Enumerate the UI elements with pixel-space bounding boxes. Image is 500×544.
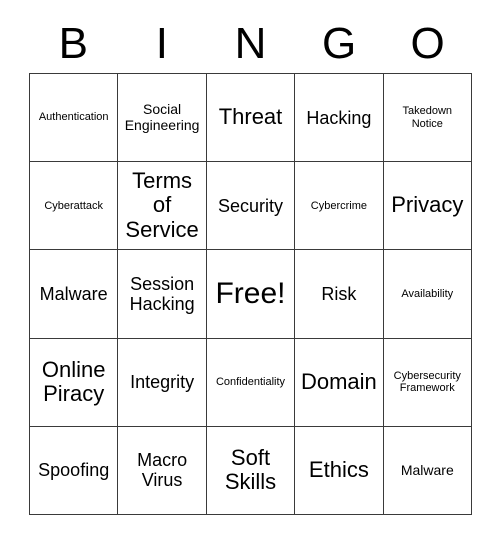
bingo-grid: Authentication Social Engineering Threat… (29, 73, 472, 515)
bingo-cell-g3[interactable]: Risk (295, 250, 384, 339)
bingo-cell-label: Privacy (391, 192, 464, 218)
bingo-cell-n1[interactable]: Threat (206, 74, 296, 163)
bingo-header-letter-i: I (155, 19, 168, 68)
bingo-cell-b2[interactable]: Cyberattack (30, 162, 119, 251)
bingo-header-letter-o: O (410, 19, 445, 68)
bingo-cell-label: Cyberattack (44, 199, 104, 212)
bingo-cell-label: Security (217, 195, 283, 216)
bingo-cell-label: Malware (39, 283, 108, 304)
bingo-cell-n2[interactable]: Security (206, 162, 296, 251)
bingo-cell-label: Authentication (38, 111, 109, 124)
bingo-cell-i1[interactable]: Social Engineering (118, 74, 207, 163)
bingo-cell-free-space[interactable]: Free! (206, 250, 296, 339)
bingo-cell-label: Soft Skills (224, 444, 277, 495)
bingo-cell-label: Cybercrime (310, 199, 367, 212)
bingo-cell-label: Session Hacking (129, 273, 195, 314)
bingo-header-letter-g: G (321, 19, 357, 68)
bingo-cell-b4[interactable]: Online Piracy (30, 338, 119, 427)
bingo-cell-label: Takedown Notice (402, 105, 453, 130)
bingo-cell-n4[interactable]: Confidentiality (206, 338, 296, 427)
bingo-cell-label: Integrity (130, 372, 195, 393)
bingo-header-letter-b: B (58, 19, 88, 68)
bingo-card: B I N G O Authentication Social Engineer… (0, 0, 500, 544)
bingo-cell-o2[interactable]: Privacy (383, 162, 472, 251)
bingo-cell-n5[interactable]: Soft Skills (206, 426, 296, 515)
bingo-cell-o4[interactable]: Cybersecurity Framework (383, 338, 472, 427)
bingo-cell-i4[interactable]: Integrity (118, 338, 207, 427)
bingo-header: B I N G O (29, 16, 472, 72)
bingo-cell-label: Cybersecurity Framework (393, 369, 461, 395)
bingo-cell-g2[interactable]: Cybercrime (295, 162, 384, 251)
bingo-cell-i2[interactable]: Terms of Service (118, 162, 207, 251)
bingo-cell-label: Malware (400, 461, 454, 478)
bingo-cell-label: Spoofing (38, 460, 110, 481)
bingo-cell-g5[interactable]: Ethics (295, 426, 384, 515)
bingo-cell-label: Threat (218, 104, 283, 130)
bingo-cell-i5[interactable]: Macro Virus (118, 426, 207, 515)
bingo-cell-b5[interactable]: Spoofing (30, 426, 119, 515)
bingo-cell-b3[interactable]: Malware (30, 250, 119, 339)
bingo-cell-label: Availability (401, 287, 454, 300)
bingo-cell-label: Confidentiality (215, 376, 286, 389)
bingo-cell-i3[interactable]: Session Hacking (118, 250, 207, 339)
bingo-cell-o1[interactable]: Takedown Notice (383, 74, 472, 163)
bingo-cell-g4[interactable]: Domain (295, 338, 384, 427)
bingo-cell-o5[interactable]: Malware (383, 426, 472, 515)
bingo-cell-label: Risk (321, 283, 357, 304)
bingo-cell-label: Ethics (308, 457, 369, 483)
bingo-cell-b1[interactable]: Authentication (30, 74, 119, 163)
bingo-free-space-label: Free! (215, 277, 286, 311)
bingo-cell-o3[interactable]: Availability (383, 250, 472, 339)
bingo-cell-label: Online Piracy (41, 356, 106, 407)
bingo-cell-label: Hacking (306, 107, 372, 128)
bingo-cell-label: Terms of Service (125, 167, 199, 243)
bingo-header-letter-n: N (234, 19, 267, 68)
bingo-cell-label: Macro Virus (137, 450, 188, 491)
bingo-cell-label: Social Engineering (124, 100, 200, 133)
bingo-cell-g1[interactable]: Hacking (295, 74, 384, 163)
bingo-cell-label: Domain (300, 368, 377, 394)
